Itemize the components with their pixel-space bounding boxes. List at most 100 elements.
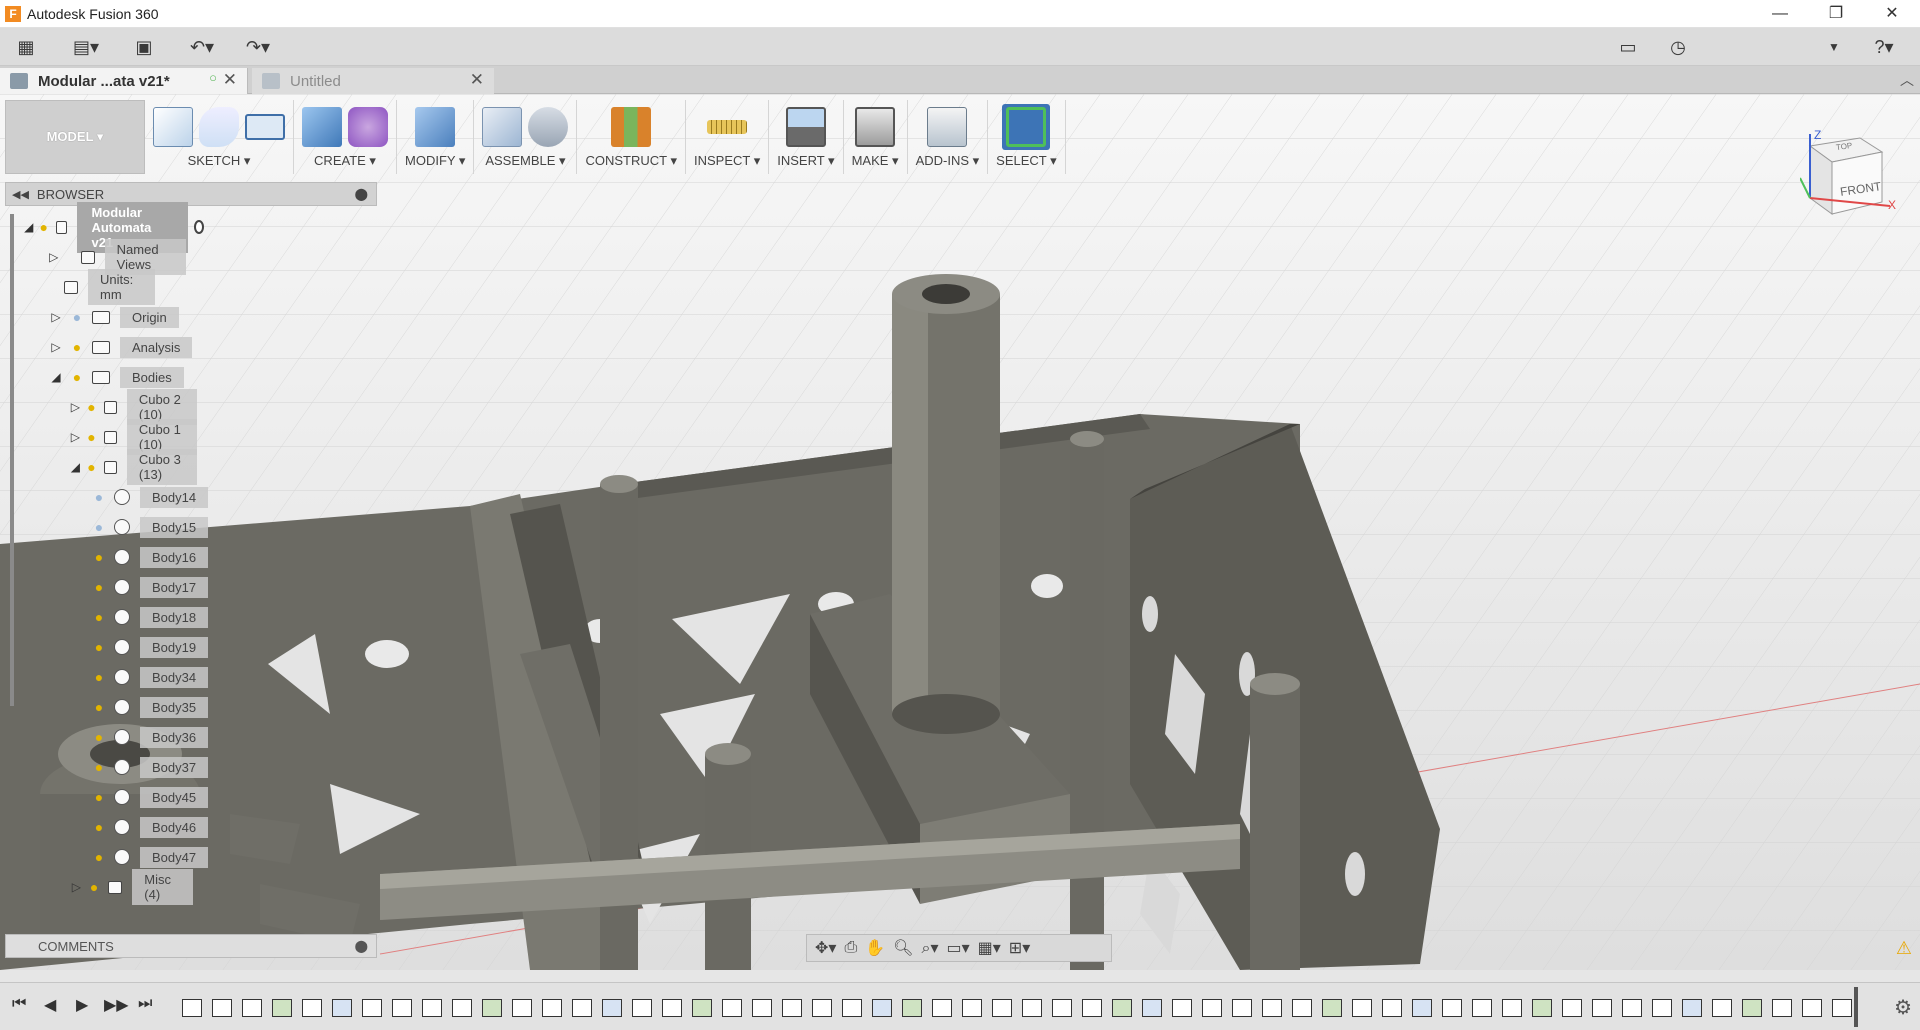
- close-tab-icon[interactable]: ✕: [470, 70, 484, 90]
- tree-item[interactable]: ▷ Named Views: [48, 239, 186, 275]
- visibility-bulb-icon[interactable]: ●: [92, 519, 106, 535]
- timeline-feature[interactable]: [1472, 999, 1492, 1017]
- timeline-feature[interactable]: [1832, 999, 1852, 1017]
- visibility-bulb-icon[interactable]: ●: [92, 699, 106, 715]
- visibility-bulb-icon[interactable]: ●: [70, 309, 84, 325]
- timeline-feature[interactable]: [1802, 999, 1822, 1017]
- timeline-feature[interactable]: [632, 999, 652, 1017]
- tree-item[interactable]: ● Body14: [92, 486, 209, 508]
- visibility-bulb-icon[interactable]: ●: [89, 879, 100, 895]
- modify-group[interactable]: MODIFY ▾: [397, 100, 475, 174]
- tree-item[interactable]: ● Body47: [92, 846, 209, 868]
- timeline-feature[interactable]: [752, 999, 772, 1017]
- timeline-feature[interactable]: [1112, 999, 1132, 1017]
- grid-icon[interactable]: ▦▾: [978, 938, 1001, 958]
- tree-item[interactable]: ◢ ● Bodies: [48, 366, 184, 388]
- gear-icon[interactable]: ⚙: [1894, 995, 1912, 1020]
- tree-item[interactable]: ● Body35: [92, 696, 209, 718]
- timeline-feature[interactable]: [542, 999, 562, 1017]
- insert-group[interactable]: INSERT ▾: [769, 100, 844, 174]
- comment-icon[interactable]: ▭: [1614, 35, 1642, 59]
- timeline-feature[interactable]: [242, 999, 262, 1017]
- expand-arrow-icon[interactable]: ▷: [70, 400, 81, 414]
- timeline-feature[interactable]: [1412, 999, 1432, 1017]
- timeline-feature[interactable]: [1592, 999, 1612, 1017]
- timeline-feature[interactable]: [392, 999, 412, 1017]
- tree-item-label[interactable]: Body14: [140, 486, 209, 508]
- tree-item-label[interactable]: Body35: [140, 696, 209, 718]
- construct-group[interactable]: CONSTRUCT ▾: [577, 100, 686, 174]
- measure-icon[interactable]: [707, 120, 748, 134]
- visibility-bulb-icon[interactable]: ●: [87, 459, 96, 475]
- timeline-feature[interactable]: [1262, 999, 1282, 1017]
- workspace-mode-dropdown[interactable]: MODEL ▾: [5, 100, 145, 174]
- visibility-bulb-icon[interactable]: ●: [92, 609, 106, 625]
- expand-arrow-icon[interactable]: ◢: [70, 460, 81, 474]
- tab-modular-automata[interactable]: Modular ...ata v21* ○ ✕: [0, 68, 248, 94]
- press-pull-icon[interactable]: [415, 107, 456, 147]
- tree-item-label[interactable]: Body17: [140, 576, 209, 598]
- joint-icon[interactable]: [528, 107, 569, 147]
- timeline-feature[interactable]: [782, 999, 802, 1017]
- tree-item-label[interactable]: Body36: [140, 726, 209, 748]
- close-button[interactable]: ✕: [1864, 0, 1920, 28]
- line-icon[interactable]: [199, 107, 239, 147]
- timeline-feature[interactable]: [422, 999, 442, 1017]
- chevron-down-icon[interactable]: ▼: [1824, 35, 1844, 59]
- browser-scrollbar[interactable]: [10, 214, 14, 706]
- visibility-bulb-icon[interactable]: ●: [92, 849, 106, 865]
- timeline-feature[interactable]: [932, 999, 952, 1017]
- visibility-bulb-icon[interactable]: ●: [87, 399, 96, 415]
- tree-item[interactable]: ● Body45: [92, 786, 209, 808]
- tree-item-label[interactable]: Body15: [140, 516, 209, 538]
- timeline-feature[interactable]: [1682, 999, 1702, 1017]
- tree-item-label[interactable]: Body18: [140, 606, 209, 628]
- tree-item[interactable]: ● Body17: [92, 576, 209, 598]
- save-icon[interactable]: ▣: [130, 35, 158, 59]
- timeline-feature[interactable]: [212, 999, 232, 1017]
- tree-item[interactable]: ● Body18: [92, 606, 209, 628]
- timeline-feature[interactable]: [1082, 999, 1102, 1017]
- tree-item[interactable]: ▷ ● Cubo 1 (10): [70, 419, 198, 455]
- timeline-feature[interactable]: [362, 999, 382, 1017]
- clock-icon[interactable]: ◷: [1664, 35, 1692, 59]
- visibility-bulb-icon[interactable]: ●: [92, 549, 106, 565]
- go-to-start-icon[interactable]: ⏮: [12, 995, 26, 1013]
- timeline-feature[interactable]: [992, 999, 1012, 1017]
- grid-icon[interactable]: ▦: [12, 35, 40, 59]
- timeline-feature[interactable]: [1292, 999, 1312, 1017]
- visibility-bulb-icon[interactable]: ●: [87, 429, 96, 445]
- minimize-button[interactable]: —: [1752, 0, 1808, 28]
- expand-arrow-icon[interactable]: ▷: [48, 340, 64, 354]
- tree-item[interactable]: ▷ ● Cubo 2 (10): [70, 389, 198, 425]
- timeline-feature[interactable]: [962, 999, 982, 1017]
- 3d-viewport[interactable]: [0, 94, 1920, 970]
- timeline-feature[interactable]: [452, 999, 472, 1017]
- visibility-bulb-icon[interactable]: ●: [92, 579, 106, 595]
- tree-item-label[interactable]: Body47: [140, 846, 209, 868]
- timeline-marker[interactable]: [1854, 987, 1858, 1027]
- insert-image-icon[interactable]: [785, 107, 826, 147]
- visibility-bulb-icon[interactable]: ●: [70, 369, 84, 385]
- tree-item-label[interactable]: Body34: [140, 666, 209, 688]
- timeline-feature[interactable]: [182, 999, 202, 1017]
- sketch-group[interactable]: SKETCH ▾: [145, 100, 294, 174]
- expand-arrow-icon[interactable]: ▷: [70, 880, 83, 894]
- inspect-group[interactable]: INSPECT ▾: [686, 100, 770, 174]
- tree-item[interactable]: ● Body46: [92, 816, 209, 838]
- tree-item[interactable]: ● Body36: [92, 726, 209, 748]
- timeline-feature[interactable]: [1352, 999, 1372, 1017]
- file-icon[interactable]: ▤▾: [66, 35, 106, 59]
- timeline-feature[interactable]: [722, 999, 742, 1017]
- select-group[interactable]: SELECT ▾: [988, 100, 1066, 174]
- timeline-feature[interactable]: [1502, 999, 1522, 1017]
- tree-item-label[interactable]: Bodies: [120, 366, 184, 388]
- timeline-feature[interactable]: [1532, 999, 1552, 1017]
- chevron-up-icon[interactable]: ︿: [1900, 70, 1914, 90]
- timeline-feature[interactable]: [1022, 999, 1042, 1017]
- step-forward-icon[interactable]: ▶▶: [104, 995, 129, 1015]
- orbit-icon[interactable]: ✥▾: [815, 938, 836, 958]
- scripts-icon[interactable]: [927, 107, 968, 147]
- timeline-feature[interactable]: [872, 999, 892, 1017]
- expand-arrow-icon[interactable]: ▷: [48, 310, 64, 324]
